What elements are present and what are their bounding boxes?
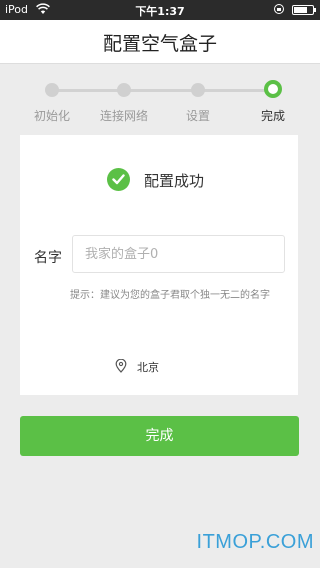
step-label: 连接网络 [99,109,148,123]
location-text: 北京 [137,361,159,374]
battery-icon [292,5,316,15]
page-title: 配置空气盒子 [102,33,217,55]
success-text: 配置成功 [144,172,205,190]
watermark-logo: ITMOP.COM [196,531,314,553]
step-label: 完成 [260,109,285,123]
clock: 下午1:37 [135,5,185,18]
check-circle-icon [107,168,130,191]
config-card: 配置成功 名字 提示：建议为您的盒子君取个独一无二的名字 北京 [20,135,298,395]
step-dot-active [264,80,282,98]
step-dot [45,83,59,97]
step-dot [117,83,131,97]
status-bar: iPod 下午1:37 [0,0,320,20]
progress-stepper: 初始化 连接网络 设置 完成 [0,64,320,134]
name-hint: 提示：建议为您的盒子君取个独一无二的名字 [70,290,270,301]
name-label: 名字 [34,250,62,266]
success-message: 配置成功 [20,168,298,192]
nav-header: 配置空气盒子 [0,20,320,64]
lock-rotation-icon [274,4,284,14]
location-pin-icon [115,359,127,373]
step-label: 设置 [185,109,210,123]
done-button[interactable]: 完成 [20,416,299,456]
step-dot [191,83,205,97]
box-name-input[interactable] [72,235,285,273]
stepper-line [52,89,273,92]
step-label: 初始化 [33,109,70,123]
